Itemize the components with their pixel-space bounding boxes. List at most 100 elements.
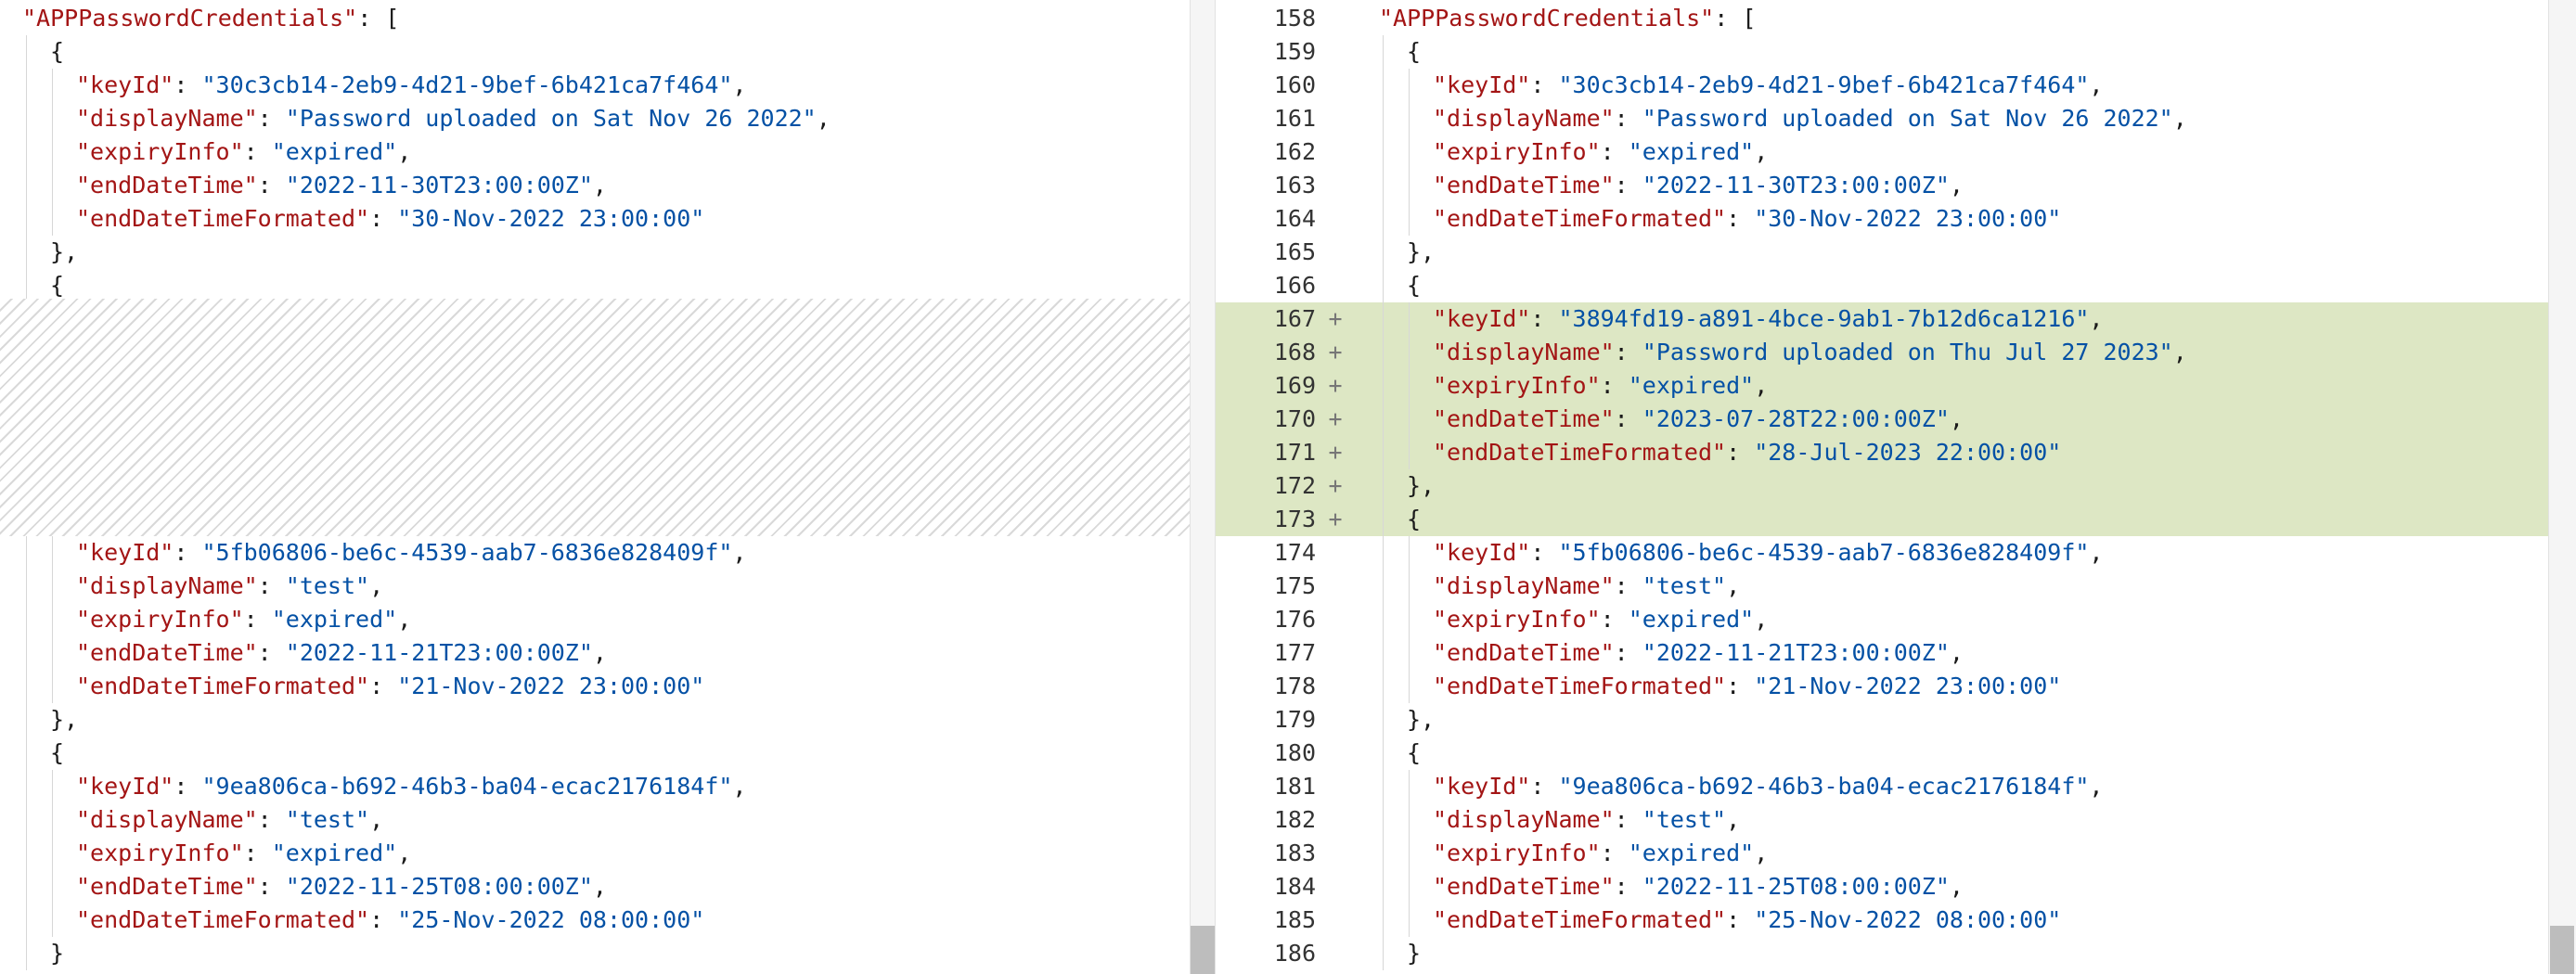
code-line[interactable]: "endDateTimeFormated": "30-Nov-2022 23:0…: [0, 202, 1216, 236]
json-colon: :: [257, 806, 286, 833]
json-brace: },: [1407, 238, 1436, 265]
indent-guide: [26, 169, 27, 202]
json-key: "endDateTimeFormated": [1433, 673, 1727, 699]
right-scrollbar-thumb[interactable]: [2550, 926, 2574, 974]
code-text: "displayName": "Password uploaded on Sat…: [1379, 102, 2187, 135]
code-line[interactable]: },: [0, 236, 1216, 269]
json-string: "expired": [1628, 839, 1755, 866]
json-punct: ,: [1949, 639, 1964, 666]
indent-guide: [1383, 770, 1384, 803]
added-line[interactable]: 172 +},: [1216, 469, 2576, 503]
indent-guide: [26, 703, 27, 737]
code-line[interactable]: "endDateTime": "2022-11-21T23:00:00Z",: [0, 636, 1216, 670]
code-line[interactable]: 163 "endDateTime": "2022-11-30T23:00:00Z"…: [1216, 169, 2576, 202]
json-string: "30-Nov-2022 23:00:00": [1754, 205, 2062, 232]
code-line[interactable]: {: [0, 35, 1216, 69]
indent-guide: [52, 636, 53, 670]
json-key: "endDateTime": [1433, 172, 1615, 199]
code-text: "expiryInfo": "expired",: [1379, 837, 1768, 870]
indent-guide: [1383, 236, 1384, 269]
left-editor-pane[interactable]: "APPPasswordCredentials": [{"keyId": "30…: [0, 0, 1216, 974]
code-line[interactable]: 178 "endDateTimeFormated": "21-Nov-2022 2…: [1216, 670, 2576, 703]
code-line[interactable]: 158 "APPPasswordCredentials": [: [1216, 2, 2576, 35]
code-line[interactable]: "keyId": "30c3cb14-2eb9-4d21-9bef-6b421c…: [0, 69, 1216, 102]
code-line[interactable]: 177 "endDateTime": "2022-11-21T23:00:00Z"…: [1216, 636, 2576, 670]
code-line[interactable]: 180 {: [1216, 737, 2576, 770]
left-scrollbar-thumb[interactable]: [1191, 926, 1215, 974]
right-scrollbar-track[interactable]: [2548, 0, 2576, 974]
indent-guide: [1409, 770, 1410, 803]
code-line[interactable]: "APPPasswordCredentials": [: [0, 2, 1216, 35]
json-brace: {: [50, 272, 65, 299]
json-key: "endDateTime": [1433, 873, 1615, 900]
json-colon: :: [1600, 606, 1629, 633]
code-line[interactable]: }: [0, 937, 1216, 970]
code-text: "keyId": "5fb06806-be6c-4539-aab7-6836e8…: [22, 536, 746, 570]
code-line[interactable]: 181 "keyId": "9ea806ca-b692-46b3-ba04-eca…: [1216, 770, 2576, 803]
indent-guide: [1409, 803, 1410, 837]
code-line[interactable]: "endDateTime": "2022-11-25T08:00:00Z",: [0, 870, 1216, 904]
pane-divider[interactable]: [1190, 0, 1216, 974]
added-line[interactable]: 168 + "displayName": "Password uploaded on…: [1216, 336, 2576, 369]
indent-guide: [52, 202, 53, 236]
code-line[interactable]: },: [0, 703, 1216, 737]
code-line[interactable]: 174 "keyId": "5fb06806-be6c-4539-aab7-683…: [1216, 536, 2576, 570]
right-editor-pane[interactable]: 158 "APPPasswordCredentials": [159 {160 "ke…: [1216, 0, 2576, 974]
code-text: "keyId": "30c3cb14-2eb9-4d21-9bef-6b421c…: [1379, 69, 2103, 102]
code-line[interactable]: 175 "displayName": "test",: [1216, 570, 2576, 603]
json-string: "3894fd19-a891-4bce-9ab1-7b12d6ca1216": [1558, 305, 2090, 332]
code-line[interactable]: "displayName": "Password uploaded on Sat…: [0, 102, 1216, 135]
code-line[interactable]: {: [0, 737, 1216, 770]
added-line[interactable]: 173 + {: [1216, 503, 2576, 536]
json-colon: :: [174, 773, 202, 800]
line-number: 170: [1273, 405, 1316, 432]
code-line[interactable]: 185 "endDateTimeFormated": "25-Nov-2022 0…: [1216, 904, 2576, 937]
code-line[interactable]: 162 "expiryInfo": "expired",: [1216, 135, 2576, 169]
code-line[interactable]: "expiryInfo": "expired",: [0, 837, 1216, 870]
code-line[interactable]: "endDateTime": "2022-11-30T23:00:00Z",: [0, 169, 1216, 202]
code-line[interactable]: 176 "expiryInfo": "expired",: [1216, 603, 2576, 636]
indent-guide: [26, 269, 27, 302]
code-text: "keyId": "30c3cb14-2eb9-4d21-9bef-6b421c…: [22, 69, 746, 102]
json-string: "30c3cb14-2eb9-4d21-9bef-6b421ca7f464": [201, 71, 733, 98]
json-colon: :: [243, 138, 272, 165]
code-line[interactable]: "displayName": "test",: [0, 570, 1216, 603]
code-line[interactable]: "keyId": "5fb06806-be6c-4539-aab7-6836e8…: [0, 536, 1216, 570]
indent-guide: [1383, 870, 1384, 904]
json-key: "expiryInfo": [1433, 606, 1601, 633]
code-line[interactable]: 161 "displayName": "Password uploaded on …: [1216, 102, 2576, 135]
added-line[interactable]: 171 + "endDateTimeFormated": "28-Jul-2023 …: [1216, 436, 2576, 469]
added-line[interactable]: 170 + "endDateTime": "2023-07-28T22:00:00Z…: [1216, 403, 2576, 436]
indent-guide: [1383, 737, 1384, 770]
json-colon: :: [1726, 906, 1755, 933]
code-line[interactable]: 179},: [1216, 703, 2576, 737]
code-line[interactable]: 182 "displayName": "test",: [1216, 803, 2576, 837]
code-line[interactable]: "endDateTimeFormated": "25-Nov-2022 08:0…: [0, 904, 1216, 937]
code-line[interactable]: 159 {: [1216, 35, 2576, 69]
code-line[interactable]: "expiryInfo": "expired",: [0, 135, 1216, 169]
json-key: "endDateTimeFormated": [1433, 906, 1727, 933]
json-string: "2022-11-30T23:00:00Z": [285, 172, 593, 199]
code-line[interactable]: 166 {: [1216, 269, 2576, 302]
code-line[interactable]: 160 "keyId": "30c3cb14-2eb9-4d21-9bef-6b4…: [1216, 69, 2576, 102]
json-string: "2022-11-25T08:00:00Z": [1642, 873, 1950, 900]
indent-guide: [26, 69, 27, 102]
code-line[interactable]: 165},: [1216, 236, 2576, 269]
code-line[interactable]: {: [0, 269, 1216, 302]
code-text: "endDateTime": "2022-11-25T08:00:00Z",: [1379, 870, 1964, 904]
line-number: 161: [1273, 105, 1316, 132]
code-line[interactable]: "keyId": "9ea806ca-b692-46b3-ba04-ecac21…: [0, 770, 1216, 803]
added-line[interactable]: 169 + "expiryInfo": "expired",: [1216, 369, 2576, 403]
code-line[interactable]: 184 "endDateTime": "2022-11-25T08:00:00Z"…: [1216, 870, 2576, 904]
code-line[interactable]: 164 "endDateTimeFormated": "30-Nov-2022 2…: [1216, 202, 2576, 236]
code-line[interactable]: "expiryInfo": "expired",: [0, 603, 1216, 636]
added-line[interactable]: 167 + "keyId": "3894fd19-a891-4bce-9ab1-7b…: [1216, 302, 2576, 336]
json-punct: ,: [592, 873, 607, 900]
indent-guide: [1409, 369, 1410, 403]
code-line[interactable]: "endDateTimeFormated": "21-Nov-2022 23:0…: [0, 670, 1216, 703]
code-line[interactable]: "displayName": "test",: [0, 803, 1216, 837]
json-brace: },: [1407, 472, 1436, 499]
code-line[interactable]: 186}: [1216, 937, 2576, 970]
json-colon: :: [1600, 372, 1629, 399]
code-line[interactable]: 183 "expiryInfo": "expired",: [1216, 837, 2576, 870]
